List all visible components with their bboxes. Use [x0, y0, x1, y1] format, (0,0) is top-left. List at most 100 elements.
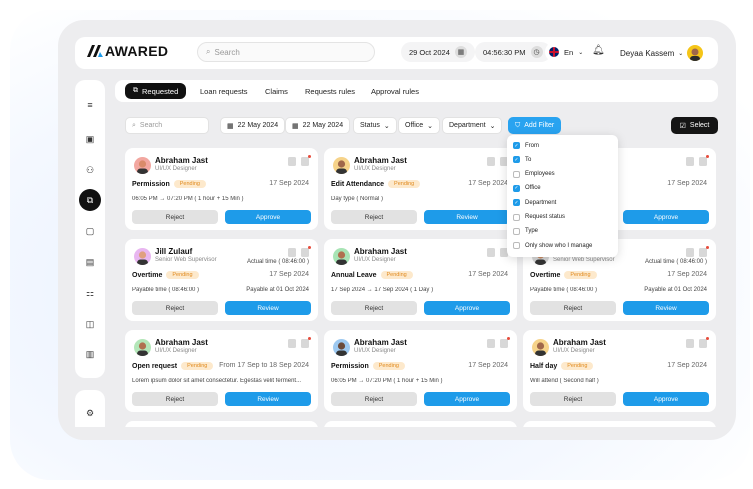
checkbox[interactable]: [513, 170, 520, 178]
checkbox[interactable]: [513, 227, 520, 235]
calendar-icon: ▦: [227, 122, 234, 130]
requests-icon: ⧉: [133, 87, 138, 94]
filter-option[interactable]: ✓ Office: [513, 184, 541, 192]
people-icon[interactable]: ⚇: [79, 159, 101, 181]
date-display[interactable]: 29 Oct 2024 ▦: [401, 42, 475, 62]
reject-button[interactable]: Reject: [530, 392, 616, 406]
tab-approval-rules[interactable]: Approval rules: [363, 83, 427, 99]
status-select[interactable]: Status ⌄: [353, 117, 397, 134]
filter-option[interactable]: Employees: [513, 170, 555, 178]
time-text: 04:56:30 PM: [483, 47, 526, 57]
filter-option[interactable]: Type: [513, 227, 538, 235]
gear-icon[interactable]: ⚙: [79, 402, 101, 424]
checkbox[interactable]: ✓: [513, 142, 520, 149]
document-icon[interactable]: [487, 157, 495, 166]
reject-button[interactable]: Reject: [331, 392, 417, 406]
reject-button[interactable]: Reject: [331, 210, 417, 224]
tab-requests-rules[interactable]: Requests rules: [297, 83, 363, 99]
document-icon[interactable]: [686, 248, 694, 257]
org-chart-icon[interactable]: ⚏: [79, 282, 101, 304]
office-select[interactable]: Office ⌄: [398, 117, 441, 134]
briefcase-icon[interactable]: ◫: [79, 313, 101, 335]
avatar: [333, 248, 350, 265]
review-button[interactable]: Review: [623, 301, 709, 315]
tab-loan-requests[interactable]: Loan requests: [192, 83, 256, 99]
tab-claims[interactable]: Claims: [257, 83, 296, 99]
comment-icon[interactable]: [301, 246, 311, 257]
status-badge: Pending: [372, 362, 405, 370]
comment-icon[interactable]: [301, 155, 311, 166]
comment-icon[interactable]: [301, 337, 311, 348]
approve-button[interactable]: Approve: [623, 210, 709, 224]
filter-search-input[interactable]: ⌕ Search: [125, 117, 209, 134]
request-type: Overtime Pending: [132, 271, 199, 279]
checkbox[interactable]: [513, 242, 520, 250]
calendar-icon[interactable]: ▤: [79, 251, 101, 273]
approve-button[interactable]: Approve: [424, 301, 510, 315]
request-type: Permission Pending: [132, 180, 206, 188]
approve-button[interactable]: Approve: [225, 210, 311, 224]
card-actions: [686, 155, 709, 166]
review-button[interactable]: Review: [225, 301, 311, 315]
time-display[interactable]: 04:56:30 PM ◷: [475, 42, 551, 62]
employee-role: UI/UX Designer: [155, 348, 197, 354]
request-type-label: Open request: [132, 362, 178, 370]
chat-icon[interactable]: ▢: [79, 220, 101, 242]
tab-requested[interactable]: ⧉ Requested: [125, 83, 187, 99]
document-icon[interactable]: [686, 339, 694, 348]
office-label: Office: [405, 122, 424, 129]
document-icon[interactable]: [686, 157, 694, 166]
checkbox[interactable]: ✓: [513, 184, 520, 192]
select-button[interactable]: ☑ Select: [671, 117, 718, 134]
request-detail: 06:05 PM → 07:20 PM ( 1 hour + 15 Min ): [331, 378, 443, 384]
document-icon[interactable]: [288, 157, 296, 166]
tab-bar: ⧉ Requested Loan requests Claims Request…: [115, 80, 718, 102]
add-filter-button[interactable]: ⛉ Add Filter: [508, 117, 562, 134]
checkbox[interactable]: ✓: [513, 156, 520, 164]
collapse-menu-icon[interactable]: ≡: [79, 94, 101, 116]
filter-option[interactable]: ✓ To: [513, 156, 531, 164]
approve-button[interactable]: Approve: [623, 392, 709, 406]
checkbox[interactable]: [513, 213, 520, 221]
card-actions: [686, 337, 709, 348]
reject-button[interactable]: Reject: [132, 301, 218, 315]
reject-button[interactable]: Reject: [132, 210, 218, 224]
user-menu[interactable]: Deyaa Kassem ⌄: [620, 45, 704, 61]
document-icon[interactable]: [288, 339, 296, 348]
checkbox[interactable]: ✓: [513, 199, 520, 207]
review-button[interactable]: Review: [424, 210, 510, 224]
avatar: [532, 339, 549, 356]
comment-icon[interactable]: [699, 246, 709, 257]
filter-option[interactable]: Only show who I manage: [513, 242, 592, 250]
reject-button[interactable]: Reject: [331, 301, 417, 315]
dashboard-icon[interactable]: ▣: [79, 128, 101, 150]
document-icon[interactable]: [288, 248, 296, 257]
comment-icon[interactable]: [500, 337, 510, 348]
reject-button[interactable]: Reject: [530, 301, 616, 315]
tab-label: Claims: [265, 86, 288, 96]
request-card: Jill Zulauf Senior Web Supervisor Actual t…: [125, 239, 318, 321]
global-search-input[interactable]: ⌕ Search: [197, 42, 375, 62]
filter-option[interactable]: Request status: [513, 213, 565, 221]
language-selector[interactable]: En ⌄: [545, 42, 588, 62]
request-type: Edit Attendance Pending: [331, 180, 421, 188]
department-select[interactable]: Department ⌄: [442, 117, 503, 134]
comment-icon[interactable]: [699, 337, 709, 348]
filter-option[interactable]: ✓ From: [513, 142, 539, 149]
building-icon[interactable]: ▥: [79, 343, 101, 365]
app-window: AWARED ⌕ Search 29 Oct 2024 ▦ 04:56:30 P…: [58, 20, 736, 440]
filter-option[interactable]: ✓ Department: [513, 199, 556, 207]
employee-role: Senior Web Supervisor: [155, 257, 217, 263]
request-date: 17 Sep 2024: [468, 362, 508, 369]
review-button[interactable]: Review: [225, 392, 311, 406]
date-to-picker[interactable]: ▦ 22 May 2024: [285, 117, 351, 134]
reject-button[interactable]: Reject: [132, 392, 218, 406]
date-from-picker[interactable]: ▦ 22 May 2024: [220, 117, 286, 134]
document-icon[interactable]: [487, 339, 495, 348]
status-badge: Pending: [181, 362, 214, 370]
bell-icon[interactable]: 🔔︎: [592, 45, 605, 56]
approve-button[interactable]: Approve: [424, 392, 510, 406]
comment-icon[interactable]: [699, 155, 709, 166]
document-icon[interactable]: [487, 248, 495, 257]
requests-icon[interactable]: ⧉: [79, 189, 101, 211]
